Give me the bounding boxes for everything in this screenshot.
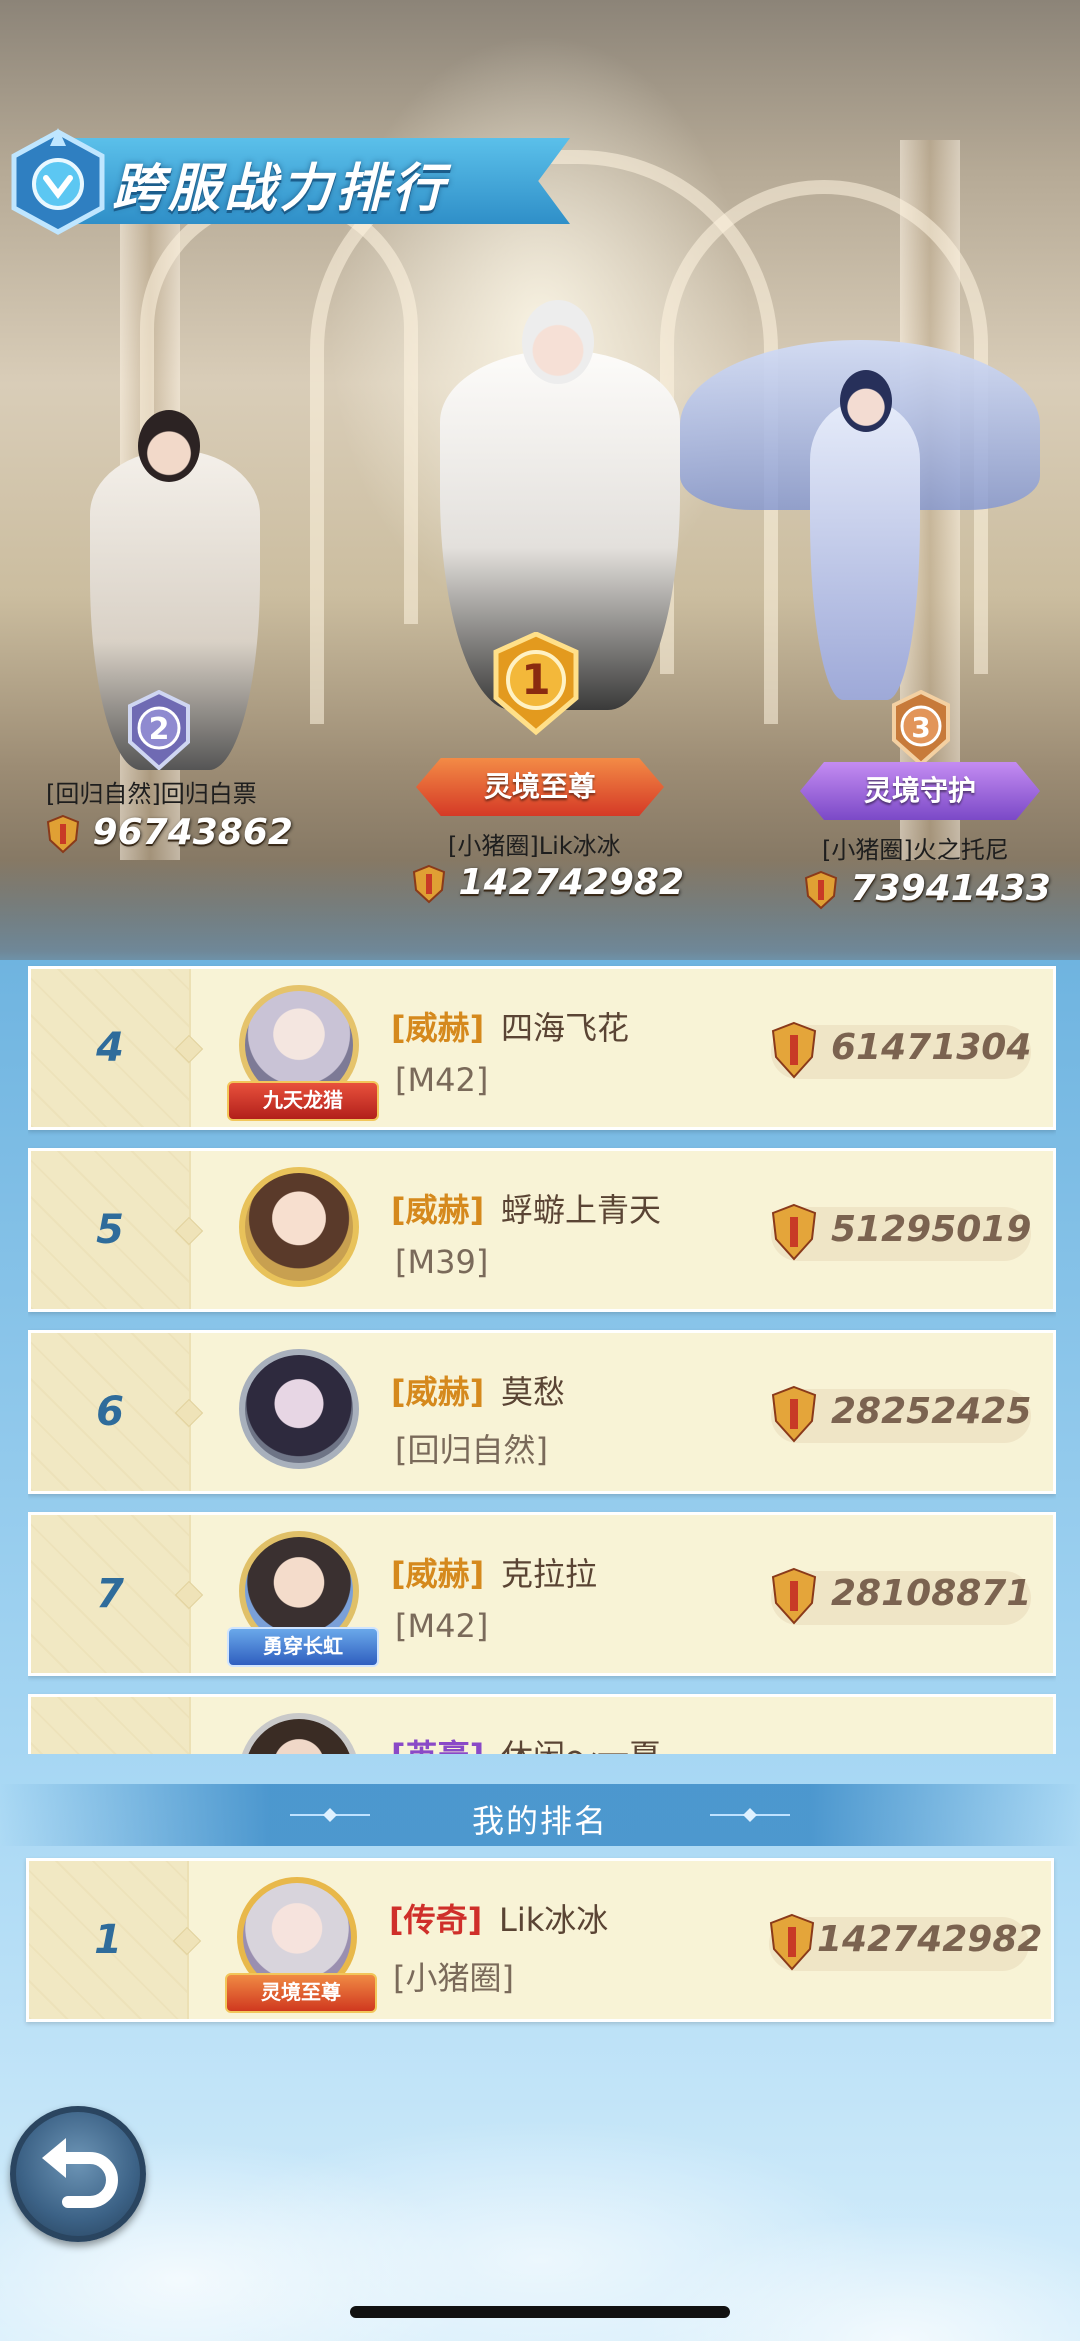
my-ranking-title: 我的排名 (471, 1802, 608, 1840)
power-value: 51295019 (831, 1209, 1032, 1250)
avatar[interactable] (239, 1349, 359, 1469)
avatar[interactable] (239, 1167, 359, 1287)
ranking-list[interactable]: 4 九天龙猎 [威赫] 四海飞花 [M42] 61471304 5 [威赫] 蜉… (28, 962, 1056, 1754)
list-item[interactable]: 6 [威赫] 莫愁 [回归自然] 28252425 (28, 1330, 1056, 1494)
tier-label: [威赫] (391, 1555, 485, 1593)
avatar-title-tag: 勇穿长虹 (227, 1627, 379, 1667)
ranking-emblem-icon (11, 128, 105, 235)
player-name: 四海飞花 (501, 1009, 630, 1047)
player-server: [小猪圈] (393, 1959, 514, 1997)
rank-2-medal-icon: 2 (128, 690, 190, 770)
player-name: 蜉蝣上青天 (501, 1191, 662, 1229)
shield-power-icon (771, 1385, 817, 1443)
player-server: [M42] (395, 1061, 489, 1099)
shield-power-icon (771, 1203, 817, 1261)
character-rank-3[interactable] (640, 310, 1080, 710)
tier-label: [英豪] (391, 1731, 484, 1754)
podium-power-value-2: 96743862 (92, 812, 293, 853)
home-indicator[interactable] (350, 2306, 730, 2318)
shield-power-icon (769, 1913, 815, 1971)
avatar[interactable] (239, 1713, 359, 1754)
player-name: 休闲～一夏 (501, 1731, 661, 1754)
back-button[interactable] (10, 2106, 146, 2242)
player-server: [M39] (395, 1243, 489, 1281)
podium-name-2: [回归自然]回归白票 (46, 780, 257, 808)
player-name: Lik冰冰 (499, 1901, 609, 1939)
tier-label: [传奇] (389, 1901, 483, 1939)
page-title: 跨服战力排行 (112, 159, 449, 219)
list-item[interactable]: 7 勇穿长虹 [威赫] 克拉拉 [M42] 28108871 (28, 1512, 1056, 1676)
svg-text:3: 3 (911, 711, 930, 744)
svg-text:1: 1 (521, 655, 550, 704)
podium-power-value-3: 73941433 (850, 868, 1051, 909)
power-value: 142742982 (817, 1919, 1043, 1960)
podium-name-1: [小猪圈]Lik冰冰 (448, 832, 621, 860)
rank-number: 6 (96, 1389, 124, 1435)
list-item[interactable]: 4 九天龙猎 [威赫] 四海飞花 [M42] 61471304 (28, 966, 1056, 1130)
tier-label: [威赫] (391, 1191, 485, 1229)
power-value: 61471304 (831, 1027, 1032, 1068)
power-value: 28108871 (831, 1573, 1032, 1614)
shield-power-icon (804, 870, 838, 910)
back-arrow-icon (42, 2138, 118, 2208)
rank-3-medal-icon: 3 (892, 690, 950, 766)
svg-text:2: 2 (149, 712, 170, 747)
rank-number: 1 (94, 1917, 122, 1963)
player-server: [回归自然] (395, 1431, 548, 1469)
player-name: 莫愁 (501, 1373, 566, 1411)
podium-power-2: 96743862 (46, 812, 293, 854)
rank-number: 5 (96, 1207, 124, 1253)
tier-label: [威赫] (391, 1373, 485, 1411)
avatar-title-tag: 灵境至尊 (225, 1973, 377, 2013)
player-server: [M42] (395, 1607, 489, 1645)
rank-number: 4 (96, 1025, 124, 1071)
title-banner: 跨服战力排行 (40, 138, 570, 224)
power-value: 28252425 (831, 1391, 1032, 1432)
rank-1-medal-icon: 1 (493, 632, 579, 736)
rank-number: 7 (96, 1571, 124, 1617)
shield-power-icon (412, 864, 446, 904)
podium-power-value-1: 142742982 (458, 862, 684, 903)
list-item[interactable]: [英豪] 休闲～一夏 (28, 1694, 1056, 1754)
shield-power-icon (46, 814, 80, 854)
list-item[interactable]: 5 [威赫] 蜉蝣上青天 [M39] 51295019 (28, 1148, 1056, 1312)
tier-label: [威赫] (391, 1009, 485, 1047)
podium-power-1: 142742982 (412, 862, 684, 904)
my-ranking-row[interactable]: 1 灵境至尊 [传奇] Lik冰冰 [小猪圈] 142742982 (26, 1858, 1054, 2022)
podium-name-3: [小猪圈]火之托尼 (822, 836, 1009, 864)
shield-power-icon (771, 1567, 817, 1625)
title-badge-supreme: 灵境至尊 (416, 758, 664, 816)
podium-power-3: 73941433 (804, 868, 1051, 910)
title-badge-guardian: 灵境守护 (800, 762, 1040, 820)
avatar-title-tag: 九天龙猎 (227, 1081, 379, 1121)
player-name: 克拉拉 (501, 1555, 598, 1593)
shield-power-icon (771, 1021, 817, 1079)
